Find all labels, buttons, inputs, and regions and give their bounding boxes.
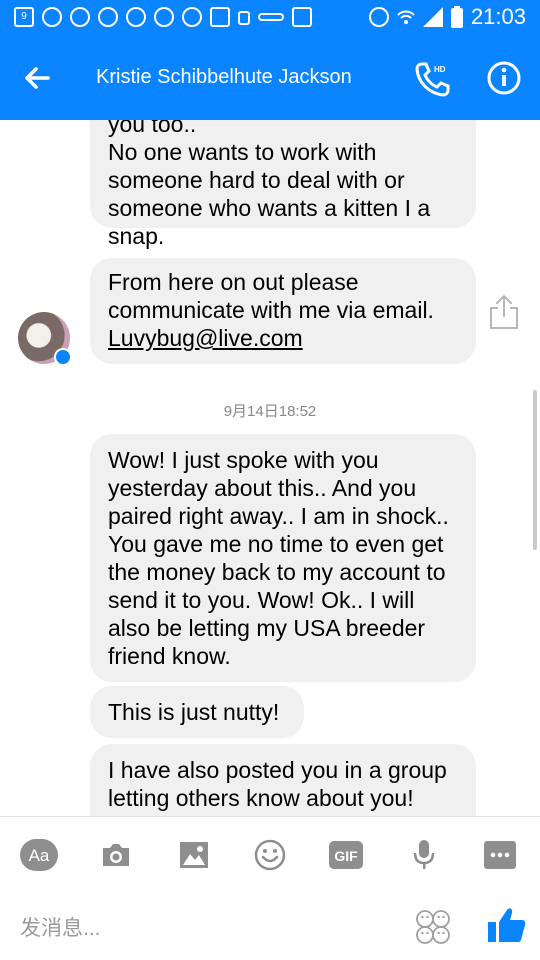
message-text: Wow! I just spoke with you yesterday abo… xyxy=(108,447,449,669)
battery-saver-icon xyxy=(238,11,250,25)
message-list[interactable]: you too.. No one wants to work with some… xyxy=(0,120,540,816)
hd-badge: HD xyxy=(434,65,446,74)
weibo-icon xyxy=(42,7,62,27)
weibo-icon xyxy=(154,7,174,27)
message-bubble[interactable]: Wow! I just spoke with you yesterday abo… xyxy=(90,434,476,682)
message-text: From here on out please communicate with… xyxy=(108,269,434,323)
alarm-icon xyxy=(368,7,389,27)
notification-icon: 9 xyxy=(14,7,34,27)
image-icon xyxy=(180,842,208,868)
weibo-icon xyxy=(126,7,146,27)
pocket-icon xyxy=(292,7,312,27)
gallery-button[interactable] xyxy=(176,837,212,873)
voice-button[interactable] xyxy=(406,837,442,873)
sticker-icon[interactable] xyxy=(414,908,452,946)
qq-icon xyxy=(70,7,90,27)
microphone-icon xyxy=(413,840,435,869)
status-notifications: 9 xyxy=(14,7,312,27)
camera-button[interactable] xyxy=(98,837,134,873)
emoji-button[interactable] xyxy=(252,837,288,873)
search-icon xyxy=(98,7,118,27)
share-icon[interactable] xyxy=(488,294,520,330)
more-button[interactable] xyxy=(482,837,518,873)
contact-name[interactable]: Kristie Schibbelhute Jackson xyxy=(96,66,352,89)
message-bubble[interactable]: This is just nutty! xyxy=(90,686,304,738)
smiley-icon xyxy=(254,839,286,871)
gif-icon: GIF xyxy=(329,841,363,869)
email-link[interactable]: Luvybug@live.com xyxy=(108,325,303,351)
message-bubble[interactable]: you too.. No one wants to work with some… xyxy=(90,120,476,249)
thumbs-up-icon[interactable] xyxy=(486,904,528,946)
more-icon xyxy=(484,841,516,869)
key-icon xyxy=(258,13,284,21)
message-bubble[interactable]: I have also posted you in a group lettin… xyxy=(90,744,476,816)
composer-toolbar: Aa GIF xyxy=(0,816,540,889)
message-composer: 发消息... xyxy=(0,888,540,960)
message-text: This is just nutty! xyxy=(108,699,280,725)
image-icon xyxy=(210,7,230,27)
message-input[interactable]: 发消息... xyxy=(20,912,101,942)
back-arrow-icon[interactable] xyxy=(20,60,56,96)
status-bar: 9 21:03 xyxy=(0,0,540,36)
status-system: 21:03 xyxy=(368,4,526,30)
conversation-header: Kristie Schibbelhute Jackson HD xyxy=(0,36,540,120)
info-icon[interactable] xyxy=(486,60,522,96)
message-timestamp: 9月14日18:52 xyxy=(223,403,317,420)
gif-label: GIF xyxy=(334,848,358,864)
message-text: you too.. No one wants to work with some… xyxy=(108,120,431,249)
signal-icon xyxy=(422,7,443,27)
wifi-icon xyxy=(397,10,415,24)
message-bubble[interactable]: From here on out please communicate with… xyxy=(90,258,476,364)
messenger-badge-icon xyxy=(54,348,72,366)
camera-icon xyxy=(103,844,129,866)
aa-icon: Aa xyxy=(20,839,58,871)
weibo-icon xyxy=(182,7,202,27)
text-size-button[interactable]: Aa xyxy=(20,837,58,873)
hd-call-icon[interactable]: HD xyxy=(414,60,452,98)
battery-icon xyxy=(450,6,463,28)
aa-label: Aa xyxy=(29,846,50,865)
gif-button[interactable]: GIF xyxy=(328,837,364,873)
message-text: I have also posted you in a group lettin… xyxy=(108,757,447,811)
status-time: 21:03 xyxy=(470,4,526,29)
scrollbar[interactable] xyxy=(533,390,537,550)
